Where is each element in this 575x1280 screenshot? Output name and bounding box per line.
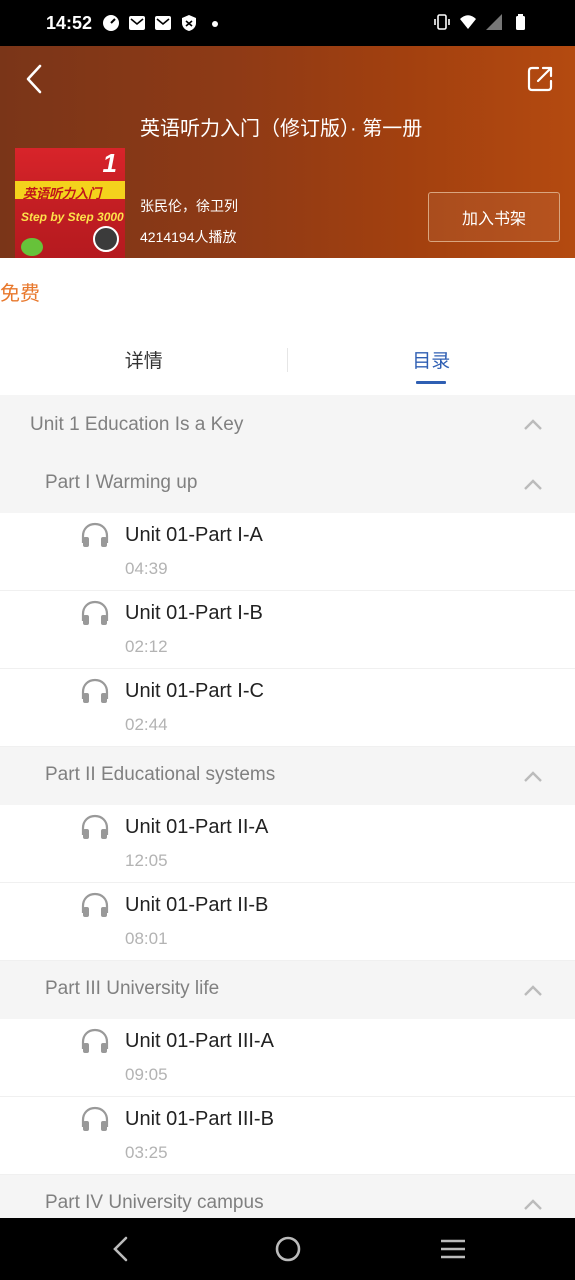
- add-to-bookshelf-button[interactable]: 加入书架: [428, 192, 560, 242]
- notification-icons: [102, 13, 224, 33]
- track-name: Unit 01-Part II-B: [125, 894, 269, 916]
- dot-icon: [212, 21, 218, 27]
- book-header: 英语听力入门（修订版）· 第一册 1 英语听力入门 Step by Step 3…: [0, 46, 575, 258]
- track-duration: 12:05: [125, 851, 168, 870]
- battery-icon: [516, 14, 525, 30]
- track-item[interactable]: Unit 01-Part III-A 09:05: [0, 1019, 575, 1097]
- headphones-icon: [81, 522, 109, 547]
- system-icons: [433, 13, 529, 31]
- cover-badge-icon: [21, 238, 43, 256]
- chevron-up-icon[interactable]: [523, 983, 543, 997]
- track-duration: 02:12: [125, 637, 168, 656]
- vibrate-icon: [434, 14, 450, 30]
- part-title: Part II Educational systems: [45, 764, 276, 785]
- track-duration: 08:01: [125, 929, 168, 948]
- track-item[interactable]: Unit 01-Part I-B 02:12: [0, 591, 575, 669]
- track-duration: 04:39: [125, 559, 168, 578]
- back-arrow-icon[interactable]: [20, 62, 50, 96]
- active-tab-indicator: [416, 381, 447, 384]
- chevron-up-icon[interactable]: [523, 769, 543, 783]
- home-nav-icon[interactable]: [273, 1235, 303, 1263]
- part-title: Part III University life: [45, 978, 220, 999]
- track-name: Unit 01-Part III-A: [125, 1030, 274, 1052]
- part-header[interactable]: Part I Warming up: [0, 455, 575, 513]
- shield-icon: [182, 15, 196, 31]
- headphones-icon: [81, 1028, 109, 1053]
- headphones-icon: [81, 814, 109, 839]
- track-item[interactable]: Unit 01-Part I-C 02:44: [0, 669, 575, 747]
- tab-details[interactable]: 详情: [0, 328, 288, 390]
- tab-details-label: 详情: [124, 350, 163, 372]
- cover-title: 英语听力入门: [23, 186, 102, 201]
- headphones-icon: [81, 892, 109, 917]
- headphones-icon: [81, 600, 109, 625]
- chevron-up-icon[interactable]: [523, 417, 543, 431]
- contents-list[interactable]: Unit 1 Education Is a Key Part I Warming…: [0, 395, 575, 1218]
- tab-divider: [287, 348, 288, 372]
- book-authors: 张民伦，徐卫列: [140, 198, 238, 214]
- unit-header[interactable]: Unit 1 Education Is a Key: [0, 395, 575, 455]
- mail-icon: [129, 16, 145, 30]
- signal-icon: [486, 14, 502, 30]
- back-nav-icon[interactable]: [106, 1235, 136, 1263]
- track-item[interactable]: Unit 01-Part I-A 04:39: [0, 513, 575, 591]
- book-cover: 1 英语听力入门 Step by Step 3000: [15, 148, 125, 258]
- track-name: Unit 01-Part I-A: [125, 524, 263, 546]
- chevron-up-icon[interactable]: [523, 477, 543, 491]
- headphones-icon: [81, 1106, 109, 1131]
- part-header[interactable]: Part III University life: [0, 961, 575, 1019]
- cover-volume-number: 1: [102, 148, 117, 178]
- book-title: 英语听力入门（修订版）· 第一册: [140, 118, 423, 140]
- track-item[interactable]: Unit 01-Part III-B 03:25: [0, 1097, 575, 1175]
- chevron-up-icon[interactable]: [523, 1197, 543, 1211]
- track-name: Unit 01-Part I-C: [125, 680, 264, 702]
- gauge-icon: [103, 15, 119, 31]
- wifi-icon: [460, 15, 476, 29]
- cover-headphone-icon: [93, 226, 119, 252]
- cover-subtitle: Step by Step 3000: [21, 210, 124, 224]
- track-duration: 03:25: [125, 1143, 168, 1162]
- headphones-icon: [81, 678, 109, 703]
- part-title: Part I Warming up: [45, 472, 198, 493]
- track-duration: 02:44: [125, 715, 168, 734]
- share-icon[interactable]: [525, 64, 555, 94]
- track-name: Unit 01-Part III-B: [125, 1108, 274, 1130]
- play-count: 4214194人播放: [140, 229, 237, 245]
- track-name: Unit 01-Part I-B: [125, 602, 263, 624]
- track-name: Unit 01-Part II-A: [125, 816, 269, 838]
- tab-contents[interactable]: 目录: [288, 328, 575, 390]
- status-time: 14:52: [46, 13, 93, 33]
- unit-title: Unit 1 Education Is a Key: [30, 414, 244, 435]
- mail-icon: [155, 16, 171, 30]
- part-header[interactable]: Part II Educational systems: [0, 747, 575, 805]
- track-duration: 09:05: [125, 1065, 168, 1084]
- tab-contents-label: 目录: [412, 350, 451, 372]
- status-bar: 14:52: [0, 0, 575, 46]
- part-title: Part IV University campus: [45, 1192, 264, 1213]
- system-nav-bar: [0, 1218, 575, 1280]
- recents-nav-icon[interactable]: [438, 1235, 468, 1263]
- track-item[interactable]: Unit 01-Part II-A 12:05: [0, 805, 575, 883]
- track-item[interactable]: Unit 01-Part II-B 08:01: [0, 883, 575, 961]
- part-header[interactable]: Part IV University campus: [0, 1175, 575, 1218]
- price-label: 免费: [0, 283, 40, 305]
